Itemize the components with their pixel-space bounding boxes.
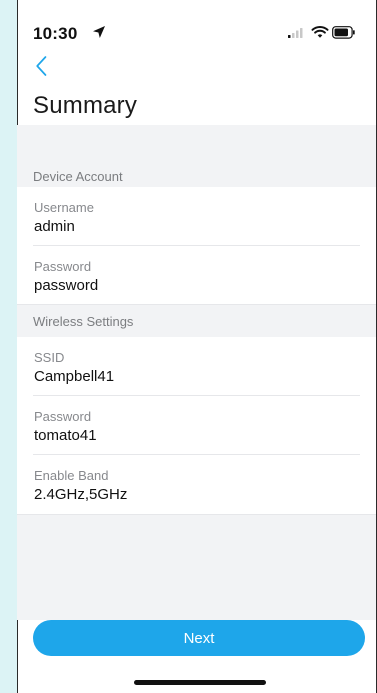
field-value: password	[34, 277, 99, 294]
wireless-settings-section-header: Wireless Settings	[17, 306, 377, 338]
home-indicator	[134, 680, 266, 685]
field-value: tomato41	[34, 427, 97, 444]
back-button[interactable]	[28, 53, 54, 79]
ssid-field: SSID Campbell41	[17, 337, 377, 396]
field-value: Campbell41	[34, 368, 115, 385]
enable-band-field: Enable Band 2.4GHz,5GHz	[17, 455, 377, 515]
field-label: SSID	[34, 350, 65, 365]
cellular-signal-icon	[288, 28, 303, 38]
wifi-icon	[311, 26, 329, 38]
field-label: Enable Band	[34, 468, 109, 483]
username-field: Username admin	[17, 187, 377, 246]
device-account-section-header: Device Account	[17, 161, 377, 187]
field-value: admin	[34, 218, 75, 235]
location-arrow-icon	[93, 26, 105, 38]
device-password-field: Password password	[17, 246, 377, 305]
summary-content: Device Account Username admin Password p…	[17, 125, 377, 620]
field-label: Password	[34, 409, 92, 424]
status-time: 10:30	[33, 24, 78, 43]
field-label: Password	[34, 259, 92, 274]
chevron-left-icon	[36, 56, 47, 76]
section-title: Device Account	[33, 169, 123, 184]
status-bar: 10:30	[17, 0, 377, 52]
field-label: Username	[34, 200, 94, 215]
phone-screen: 10:30 Summary Device Account Username ad…	[17, 0, 377, 693]
battery-icon	[332, 26, 355, 39]
next-button[interactable]: Next	[33, 620, 365, 656]
status-icons	[287, 25, 355, 41]
page-title: Summary	[33, 92, 138, 119]
field-value: 2.4GHz,5GHz	[34, 486, 128, 503]
wireless-password-field: Password tomato41	[17, 396, 377, 455]
section-title: Wireless Settings	[33, 314, 134, 329]
